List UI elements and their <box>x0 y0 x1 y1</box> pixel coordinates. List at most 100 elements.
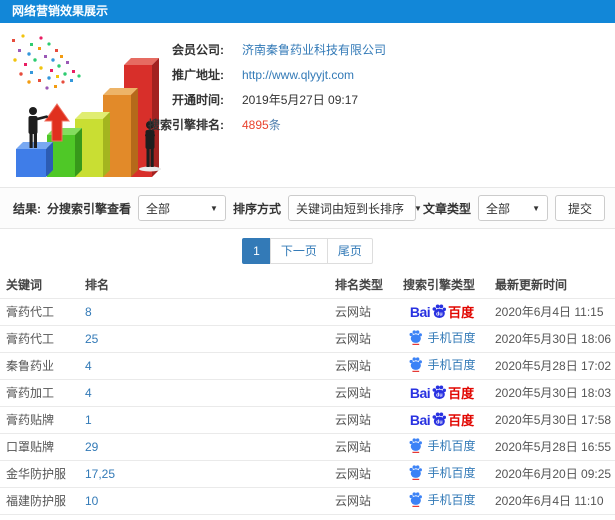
mobile-baidu-paw-icon <box>410 465 423 481</box>
header-keyword: 关键词 <box>6 278 43 293</box>
article-type-select-value: 全部 <box>485 201 510 216</box>
chevron-down-icon: ▼ <box>532 203 540 213</box>
baidu-logo-text-bai: Bai <box>409 385 431 401</box>
baidu-logo-text-bai: Bai <box>409 412 431 428</box>
table-row: 金华防护服 17,25 云网站 手机百度 2020年6月20日 09:25 <box>0 460 615 487</box>
mobile-baidu-badge: 手机百度 <box>408 491 476 508</box>
mobile-baidu-badge: 手机百度 <box>408 464 476 481</box>
rank-type-cell: 云网站 <box>335 494 372 508</box>
open-time-value: 2019年5月27日 09:17 <box>242 93 359 107</box>
mobile-baidu-badge: 手机百度 <box>408 437 476 454</box>
results-table: 关键词 排名 排名类型 搜索引擎类型 最新更新时间 膏药代工 8 云网站 Bai… <box>0 272 615 520</box>
ranking-count-unit: 条 <box>268 118 281 132</box>
top-bar: 网络营销效果展示 <box>0 0 615 23</box>
baidu-logo: Bai du 百度 <box>410 411 474 427</box>
sort-select[interactable]: 关键词由短到长排序 ▼ <box>287 195 422 221</box>
rank-link[interactable]: 4 <box>85 359 92 373</box>
rank-type-cell: 云网站 <box>335 467 372 481</box>
next-page-button[interactable]: 下一页 <box>269 237 328 264</box>
rank-link[interactable]: 29 <box>85 440 98 454</box>
keyword-cell: 秦鲁药业 <box>6 359 55 373</box>
confetti-dots <box>12 34 81 90</box>
engine-cell: 手机百度 <box>399 352 485 379</box>
rank-cell: 25 <box>85 325 335 352</box>
keyword-cell: 福建防护服 <box>6 494 67 508</box>
shadow <box>139 166 161 172</box>
table-row: 福建防护服 10 云网站 手机百度 2020年6月4日 11:10 <box>0 487 615 514</box>
engine-cell: 手机百度 <box>399 433 485 460</box>
engine-select-value: 全部 <box>145 201 170 216</box>
header-rank: 排名 <box>85 278 110 293</box>
baidu-paw-icon: du <box>432 385 447 399</box>
baidu-logo: Bai du 百度 <box>410 384 474 400</box>
engine-filter-label: 分搜索引擎查看 <box>46 201 131 216</box>
mobile-baidu-label[interactable]: 手机百度 <box>427 356 475 373</box>
member-info-fields: 会员公司: 济南秦鲁药业科技有限公司 推广地址: http://www.qlyy… <box>112 37 386 137</box>
mobile-baidu-label[interactable]: 手机百度 <box>427 437 475 454</box>
engine-cell: 手机百度 <box>399 325 485 352</box>
svg-text:du: du <box>436 392 443 398</box>
mobile-baidu-badge: 手机百度 <box>408 356 476 373</box>
rank-link[interactable]: 17,25 <box>85 467 115 481</box>
rank-link[interactable]: 25 <box>85 332 98 346</box>
updated-cell: 2020年6月20日 09:25 <box>495 467 612 481</box>
engine-select[interactable]: 全部 ▼ <box>137 195 226 221</box>
rank-link[interactable]: 10 <box>85 494 98 508</box>
results-table-body: 膏药代工 8 云网站 Bai du 百度 2020年6月4日 11:15 膏药代… <box>0 298 615 520</box>
rank-type-cell: 云网站 <box>335 440 372 454</box>
rank-type-cell <box>335 514 399 520</box>
table-row: 膏药代工 25 云网站 手机百度 2020年5月30日 18:06 <box>0 325 615 352</box>
updated-cell <box>485 514 615 520</box>
article-type-select[interactable]: 全部 ▼ <box>477 195 548 221</box>
field-company: 会员公司: 济南秦鲁药业科技有限公司 <box>112 37 386 62</box>
header-engine-type: 搜索引擎类型 <box>403 278 476 293</box>
result-label: 结果: <box>13 201 41 216</box>
rank-cell: 17,25 <box>85 460 335 487</box>
baidu-logo-text-cn: 百度 <box>448 305 475 320</box>
mobile-baidu-paw-icon <box>410 357 423 373</box>
chevron-down-icon: ▼ <box>210 203 218 213</box>
rank-type-cell: 云网站 <box>335 413 372 427</box>
engine-cell: Bai du 百度 <box>399 406 485 433</box>
filter-bar: 结果: 分搜索引擎查看 全部 ▼ 排序方式 关键词由短到长排序 ▼ 文章类型 全… <box>0 187 615 229</box>
updated-cell: 2020年5月28日 16:55 <box>495 440 612 454</box>
keyword-cell: 膏药代工 <box>6 332 55 346</box>
keyword-cell: 膏药加工 <box>6 386 55 400</box>
company-label: 会员公司: <box>172 43 224 57</box>
rank-cell: 4 <box>85 352 335 379</box>
mobile-baidu-label[interactable]: 手机百度 <box>427 491 475 508</box>
results-table-header: 关键词 排名 排名类型 搜索引擎类型 最新更新时间 <box>0 272 615 298</box>
mobile-baidu-label[interactable]: 手机百度 <box>427 329 475 346</box>
rank-link[interactable]: 4 <box>85 386 92 400</box>
field-open-time: 开通时间: 2019年5月27日 09:17 <box>112 87 386 112</box>
rank-link[interactable]: 1 <box>85 413 92 427</box>
ranking-count-label: 搜索引擎排名: <box>148 118 224 132</box>
rank-cell: 10 <box>85 487 335 514</box>
ranking-count-value: 4895条 <box>242 118 281 132</box>
engine-cell: Bai du 百度 <box>399 379 485 406</box>
page-1-button[interactable]: 1 <box>242 237 271 264</box>
table-row: 秦鲁药业 4 云网站 手机百度 2020年5月28日 17:02 <box>0 352 615 379</box>
submit-button[interactable]: 提交 <box>554 195 605 221</box>
pagination: 1 下一页 尾页 <box>0 229 615 272</box>
promo-url-link[interactable]: http://www.qlyyjt.com <box>242 68 354 82</box>
updated-cell: 2020年6月4日 11:10 <box>495 494 604 508</box>
table-row: Bai du 百度 <box>0 514 615 520</box>
businessman-left <box>28 107 48 148</box>
table-row: 膏药加工 4 云网站 Bai du 百度 2020年5月30日 18:03 <box>0 379 615 406</box>
filter-controls: 分搜索引擎查看 全部 ▼ 排序方式 关键词由短到长排序 ▼ 文章类型 全部 ▼ … <box>47 195 605 221</box>
article-type-label: 文章类型 <box>422 201 471 216</box>
mobile-baidu-label[interactable]: 手机百度 <box>427 464 475 481</box>
mobile-baidu-paw-icon <box>410 438 423 454</box>
keyword-cell: 口罩贴牌 <box>6 440 55 454</box>
rank-link[interactable]: 8 <box>85 305 92 319</box>
rank-cell: 1 <box>85 406 335 433</box>
rank-cell: 29 <box>85 433 335 460</box>
page-title: 网络营销效果展示 <box>12 4 109 18</box>
baidu-logo-text-bai: Bai <box>409 304 431 320</box>
last-page-button[interactable]: 尾页 <box>326 237 373 264</box>
rank-type-cell: 云网站 <box>335 386 372 400</box>
keyword-cell: 膏药贴牌 <box>6 413 55 427</box>
engine-cell: 手机百度 <box>399 460 485 487</box>
company-name: 济南秦鲁药业科技有限公司 <box>242 43 387 57</box>
